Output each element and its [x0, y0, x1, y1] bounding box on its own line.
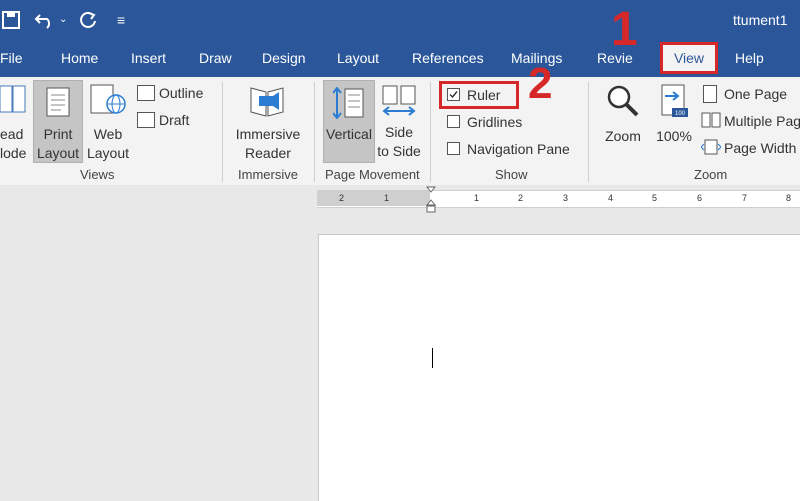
save-icon[interactable] [2, 0, 20, 43]
zoom-100-label: 100% [656, 128, 692, 144]
web-layout-label-1: Web [93, 126, 123, 142]
tab-file[interactable]: File [0, 50, 23, 66]
show-group-label: Show [495, 167, 528, 182]
page-movement-group-label: Page Movement [325, 167, 420, 182]
step-2-annotation: 2 [528, 59, 553, 108]
outline-button[interactable]: Outline [159, 84, 203, 103]
ruler-tick: 3 [563, 193, 569, 203]
vertical-label: Vertical [326, 126, 372, 142]
document-page[interactable] [318, 234, 800, 501]
views-group-label: Views [80, 167, 115, 182]
zoom-group-label: Zoom [694, 167, 728, 182]
read-mode-button[interactable]: ead lode [0, 84, 26, 163]
svg-text:100: 100 [675, 111, 686, 117]
zoom-button[interactable]: Zoom [600, 84, 646, 146]
tab-references[interactable]: References [412, 50, 484, 66]
one-page-button[interactable]: One Page [724, 85, 787, 104]
tab-view[interactable]: View [660, 42, 718, 74]
ruler-tick: 2 [518, 193, 524, 203]
outline-icon [137, 85, 155, 101]
print-layout-label-1: Print [43, 126, 73, 142]
tab-design[interactable]: Design [262, 50, 306, 66]
print-layout-icon [46, 87, 70, 117]
zoom-100-icon: 100 [661, 84, 688, 117]
vertical-movement-icon [333, 87, 364, 119]
multiple-pages-button[interactable]: Multiple Pag [724, 112, 800, 131]
zoom-100-button[interactable]: 100 100% [654, 84, 694, 146]
navigation-pane-checkbox[interactable] [447, 142, 460, 155]
ruler-tick: 2 [339, 193, 345, 203]
group-separator [222, 82, 223, 182]
gridlines-label[interactable]: Gridlines [467, 113, 522, 132]
indent-marker-icon[interactable] [425, 186, 437, 219]
web-layout-button[interactable]: Web Layout [86, 84, 130, 163]
ruler-tick: 1 [384, 193, 390, 203]
web-layout-icon [90, 84, 126, 114]
immersive-reader-button[interactable]: Immersive Reader [232, 84, 304, 163]
customize-toolbar-icon[interactable]: ≡ [117, 12, 125, 28]
web-layout-label-2: Layout [86, 145, 130, 161]
ruler-tick: 1 [474, 193, 480, 203]
group-separator [430, 82, 431, 182]
redo-icon[interactable] [79, 0, 97, 43]
side-to-side-icon [382, 85, 416, 116]
multiple-pages-icon [701, 112, 721, 133]
page-width-icon [700, 139, 722, 160]
group-separator [588, 82, 589, 182]
undo-icon[interactable] [34, 0, 56, 43]
print-layout-button[interactable]: Print Layout [33, 80, 83, 163]
magnifier-icon [607, 85, 639, 117]
text-cursor [432, 348, 433, 368]
page-width-button[interactable]: Page Width [724, 139, 796, 158]
draft-icon [137, 112, 155, 128]
document-title: ttument1 [733, 12, 788, 28]
gridlines-checkbox[interactable] [447, 115, 460, 128]
group-separator [314, 82, 315, 182]
tab-layout[interactable]: Layout [337, 50, 379, 66]
immersive-reader-icon [250, 87, 284, 117]
side-to-side-label-2: to Side [377, 143, 421, 159]
print-layout-label-2: Layout [36, 145, 80, 161]
ruler-highlight-box [439, 81, 519, 109]
read-mode-label-2: lode [0, 145, 27, 161]
immersive-reader-label-2: Reader [245, 145, 291, 161]
ruler-tick: 6 [697, 193, 703, 203]
side-to-side-button[interactable]: Side to Side [376, 84, 422, 161]
tab-insert[interactable]: Insert [131, 50, 166, 66]
ruler-left-margin [317, 190, 430, 206]
zoom-label: Zoom [605, 128, 641, 144]
undo-dropdown-icon[interactable]: ⌄ [59, 14, 67, 25]
ruler-tick: 5 [652, 193, 658, 203]
navigation-pane-label[interactable]: Navigation Pane [467, 140, 570, 159]
ruler-tick: 7 [742, 193, 748, 203]
immersive-reader-label-1: Immersive [235, 126, 301, 142]
vertical-button[interactable]: Vertical [323, 80, 375, 163]
immersive-group-label: Immersive [238, 167, 298, 182]
tab-home[interactable]: Home [61, 50, 98, 66]
draft-button[interactable]: Draft [159, 111, 189, 130]
ruler-tick: 8 [786, 193, 792, 203]
side-to-side-label-1: Side [384, 124, 414, 140]
step-1-annotation: 1 [611, 3, 638, 56]
one-page-icon [703, 85, 717, 103]
tab-help[interactable]: Help [735, 50, 764, 66]
read-mode-icon [0, 85, 26, 113]
ruler-tick: 4 [608, 193, 614, 203]
tab-draw[interactable]: Draw [199, 50, 232, 66]
read-mode-label-1: ead [0, 126, 24, 142]
